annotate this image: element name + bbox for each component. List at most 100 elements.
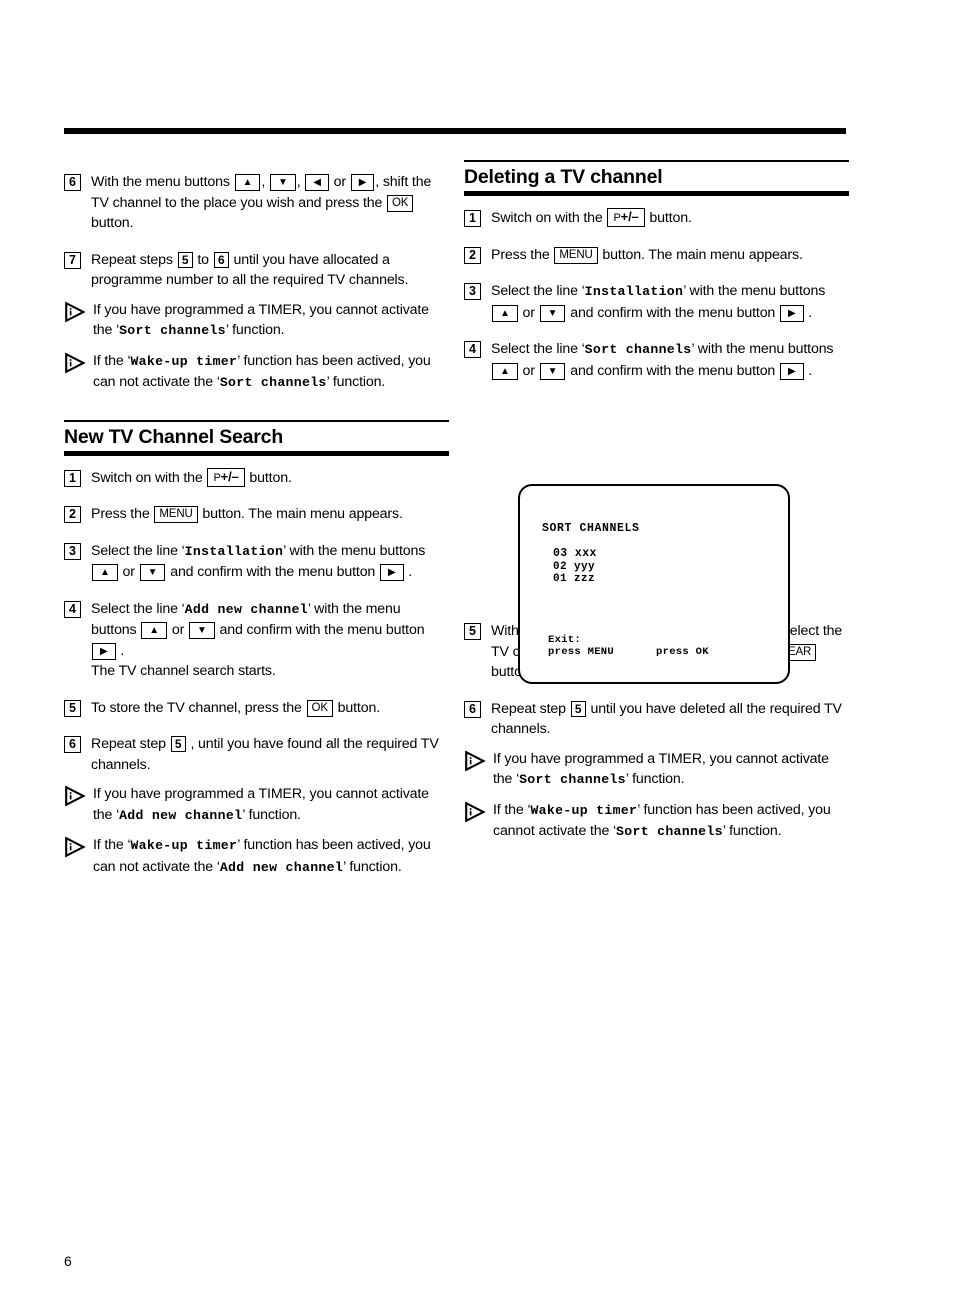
key-program-plus-minus-button[interactable]: P+/–: [607, 208, 645, 228]
step-number-badge: 5: [64, 699, 81, 717]
info-note: If the ‘Wake-up timer’ function has been…: [64, 351, 449, 394]
key-up-arrow-icon[interactable]: ▲: [492, 304, 518, 322]
tv-channel-row: 02 yyy: [553, 561, 597, 574]
step-reference-5: 5: [570, 700, 586, 717]
section-rule-bottom: [64, 450, 449, 456]
tv-screen-title: SORT CHANNELS: [542, 522, 640, 535]
key-right-arrow-icon[interactable]: ▶: [379, 564, 404, 582]
key-right-arrow-icon[interactable]: ▶: [779, 362, 804, 380]
info-triangle-icon: [64, 836, 86, 858]
step-number-badge: 4: [64, 600, 81, 618]
step-item: 3 Select the line ‘Installation’ with the…: [464, 281, 849, 323]
key-down-arrow-icon[interactable]: ▼: [139, 564, 166, 582]
step-text: Select the line ‘Installation’ with the …: [91, 542, 426, 582]
step-number-badge: 6: [464, 700, 481, 718]
left-column: 6 With the menu buttons ▲, ▼, ◀ or ▶, shi…: [64, 160, 449, 878]
step-number-badge: 2: [464, 246, 481, 264]
key-right-arrow-icon[interactable]: ▶: [779, 304, 804, 322]
step-text: To store the TV channel, press the OK bu…: [91, 699, 380, 717]
step-text: Press the MENU button. The main menu app…: [91, 506, 403, 524]
tv-exit-right: press OK: [656, 646, 709, 658]
key-menu-button[interactable]: MENU: [154, 506, 198, 524]
page-number: 6: [64, 1253, 72, 1269]
page-title-new-tv-channel-search: New TV Channel Search: [64, 425, 284, 448]
left-continued-steps: 6 With the menu buttons ▲, ▼, ◀ or ▶, shi…: [64, 172, 449, 394]
step-item: 4 Select the line ‘Add new channel’ with …: [64, 599, 449, 682]
tv-screen-footer: Exit: press MENU press OK: [548, 634, 709, 658]
key-program-plus-minus-button[interactable]: P+/–: [207, 467, 245, 487]
menu-item-name: Wake-up timer: [530, 802, 638, 818]
key-up-arrow-icon[interactable]: ▲: [92, 564, 118, 582]
key-down-arrow-icon[interactable]: ▼: [188, 622, 215, 640]
info-triangle-icon: [464, 801, 486, 823]
info-triangle-icon: [64, 351, 86, 374]
info-triangle-icon: [64, 300, 86, 323]
tv-channel-number: 03: [553, 547, 568, 560]
step-item: 6 Repeat step 5 until you have deleted al…: [464, 699, 849, 740]
step-text: Switch on with the P+/– button.: [491, 208, 692, 228]
tv-channel-number: 01: [553, 573, 568, 585]
key-right-arrow-icon[interactable]: ▶: [92, 642, 116, 660]
tv-screen-illustration: SORT CHANNELS 03 xxx 02 yyy 01 zzz Exit: p…: [518, 484, 790, 684]
step-number-badge: 4: [464, 341, 481, 359]
key-up-arrow-icon[interactable]: ▲: [492, 362, 518, 380]
key-left-arrow-icon[interactable]: ◀: [305, 174, 329, 191]
section-rule-bottom: [464, 191, 849, 197]
left-section-steps: 1 Switch on with the P+/– button. 2 Press t…: [64, 467, 449, 879]
info-note: If you have programmed a TIMER, you cann…: [64, 300, 449, 342]
step-number-badge: 6: [64, 174, 81, 191]
info-triangle-icon: [464, 750, 486, 772]
key-down-arrow-icon[interactable]: ▼: [539, 362, 566, 380]
section-deleting-a-tv-channel: Deleting a TV channel: [464, 160, 849, 197]
menu-item-name: Sort channels: [519, 772, 626, 788]
step-number-badge: 6: [64, 736, 81, 754]
section-new-tv-channel-search: New TV Channel Search: [64, 419, 449, 456]
menu-item-name: Installation: [184, 543, 284, 559]
step-text: Switch on with the P+/– button.: [91, 467, 292, 487]
step-number-badge: 3: [64, 542, 81, 560]
step-text: Select the line ‘Installation’ with the …: [491, 283, 826, 322]
info-note: If the ‘Wake-up timer’ function has been…: [464, 800, 849, 843]
step-reference-6: 6: [213, 251, 229, 268]
key-down-arrow-icon[interactable]: ▼: [269, 174, 296, 191]
key-ok-button[interactable]: OK: [306, 699, 333, 717]
tv-channel-name: yyy: [574, 560, 596, 573]
step-item: 2 Press the MENU button. The main menu ap…: [64, 504, 449, 525]
step-number-badge: 7: [64, 251, 81, 269]
page-top-rule: [64, 128, 846, 134]
info-note-text: If you have programmed a TIMER, you cann…: [493, 750, 829, 788]
step-item: 7 Repeat steps 5 to 6 until you have allo…: [64, 250, 449, 291]
tv-channel-number: 02: [553, 560, 568, 573]
menu-item-name: Add new channel: [219, 859, 344, 875]
step-number-badge: 3: [464, 283, 481, 301]
tv-channel-name: xxx: [574, 547, 597, 560]
menu-item-name: Installation: [584, 284, 684, 300]
menu-item-name: Wake-up timer: [130, 838, 238, 854]
step-item: 1 Switch on with the P+/– button.: [464, 208, 849, 229]
step-text: Repeat step 5 , until you have found all…: [91, 736, 439, 773]
page-title-deleting-a-tv-channel: Deleting a TV channel: [464, 166, 663, 188]
menu-item-name: Add new channel: [119, 807, 243, 823]
key-up-arrow-icon[interactable]: ▲: [234, 174, 261, 191]
tv-exit-left: press MENU: [548, 646, 615, 658]
step-reference-5: 5: [170, 736, 186, 753]
step-reference-5: 5: [177, 251, 193, 268]
info-note: If the ‘Wake-up timer’ function has been…: [64, 835, 449, 878]
tv-channel-list: 03 xxx 02 yyy 01 zzz: [553, 547, 597, 586]
info-note-text: If the ‘Wake-up timer’ function has been…: [93, 837, 431, 875]
menu-item-name: Sort channels: [584, 342, 692, 358]
key-ok-button[interactable]: OK: [387, 194, 414, 212]
info-note-text: If you have programmed a TIMER, you cann…: [93, 301, 429, 339]
tv-exit-label: Exit:: [548, 634, 582, 646]
key-up-arrow-icon[interactable]: ▲: [141, 622, 168, 640]
tv-channel-name: zzz: [574, 573, 596, 585]
info-note-text: If the ‘Wake-up timer’ function has been…: [93, 352, 431, 391]
manual-page: 6 With the menu buttons ▲, ▼, ◀ or ▶, shi…: [0, 0, 954, 1302]
step-item: 2 Press the MENU button. The main menu ap…: [464, 245, 849, 266]
key-menu-button[interactable]: MENU: [554, 246, 598, 264]
step-number-badge: 1: [464, 210, 481, 228]
info-note: If you have programmed a TIMER, you cann…: [464, 749, 849, 791]
step-text: Press the MENU button. The main menu app…: [491, 246, 803, 264]
key-right-arrow-icon[interactable]: ▶: [350, 174, 375, 191]
key-down-arrow-icon[interactable]: ▼: [539, 304, 566, 322]
